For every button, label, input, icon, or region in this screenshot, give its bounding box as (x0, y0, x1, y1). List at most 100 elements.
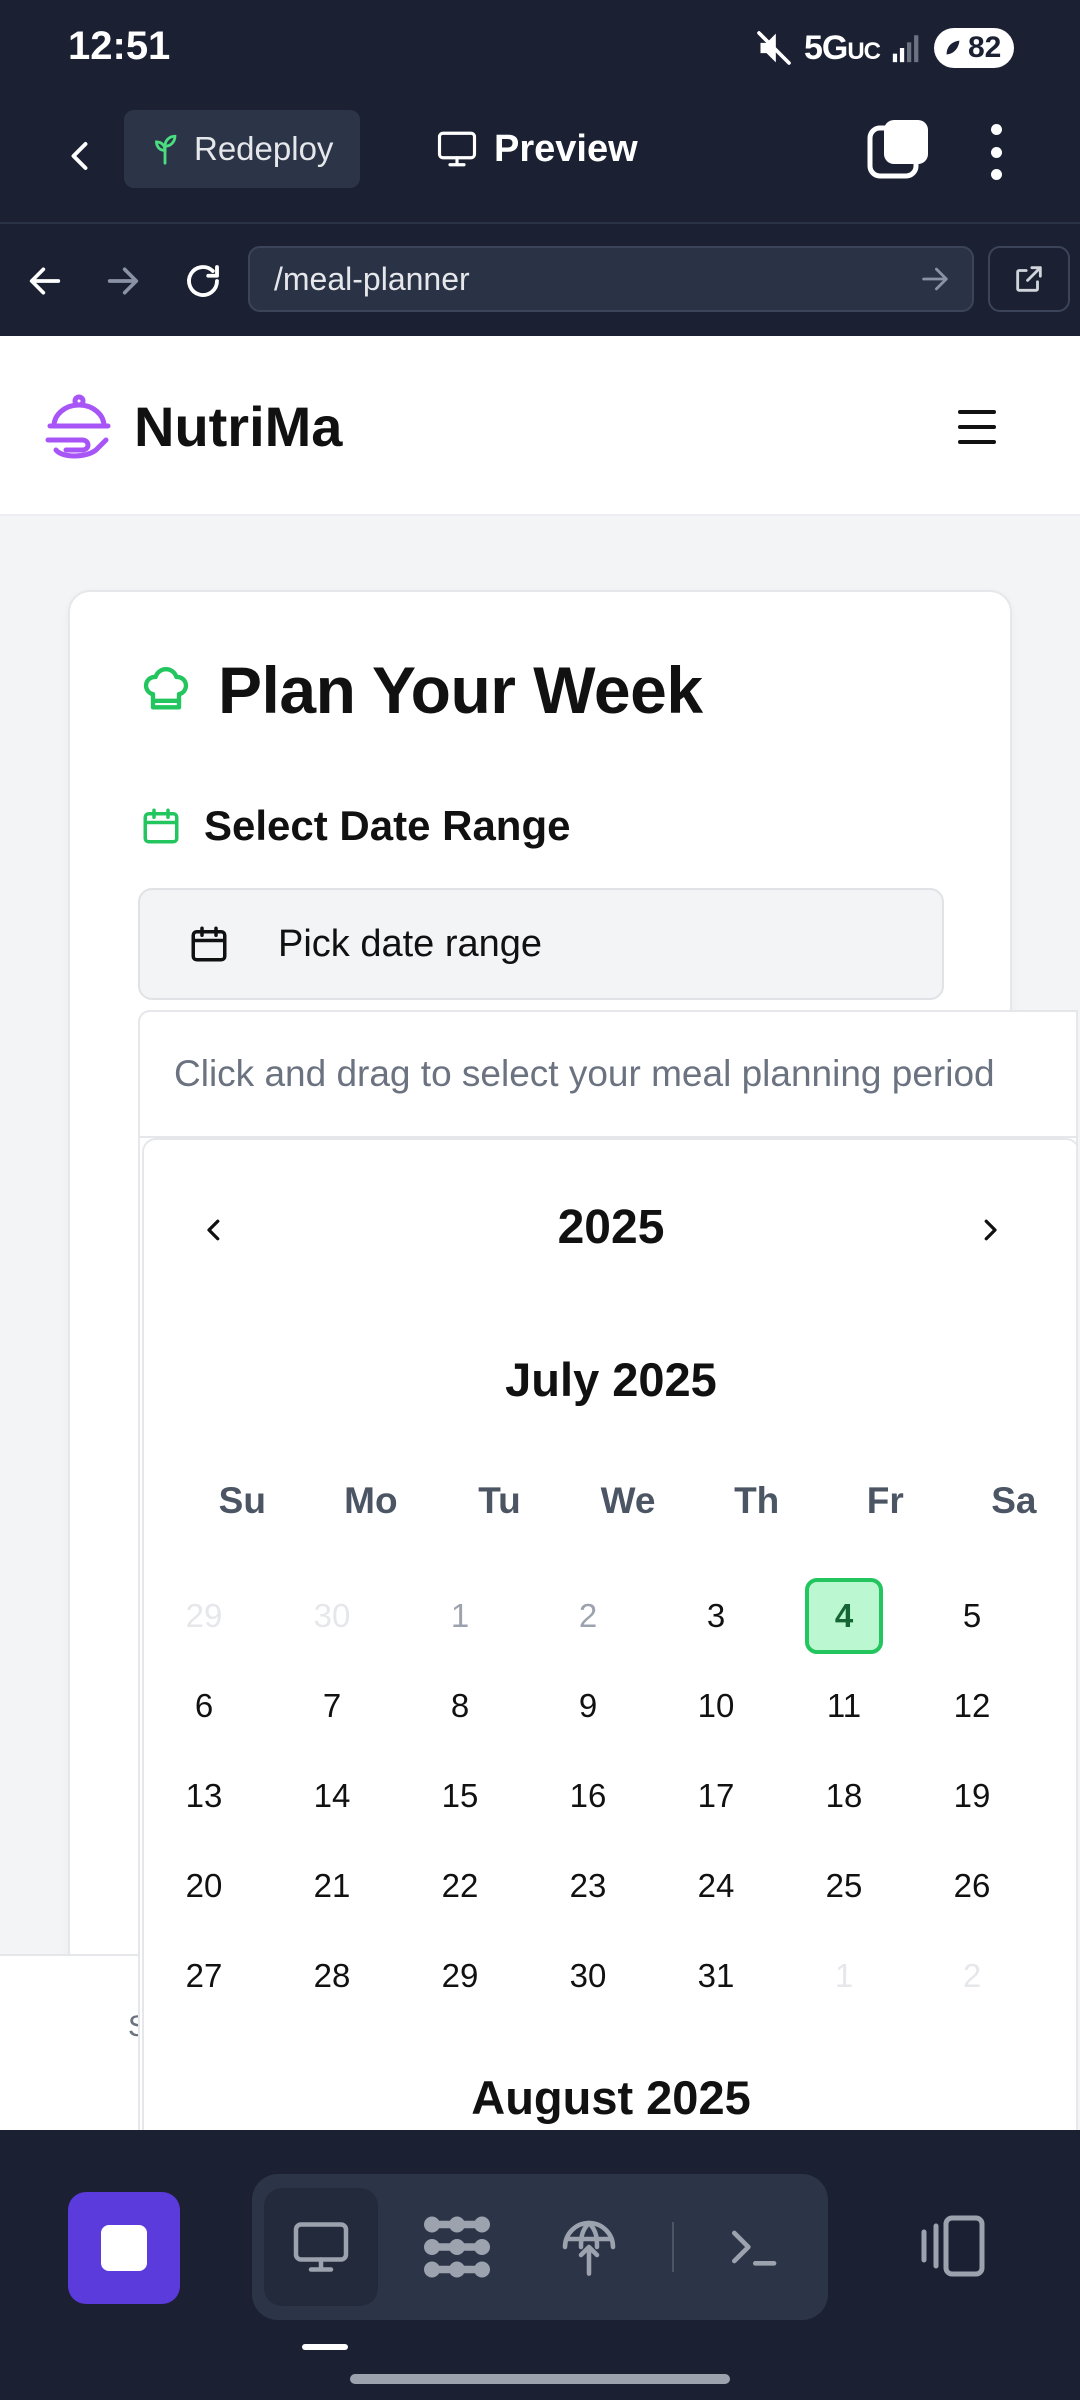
next-year-button[interactable] (960, 1200, 1020, 1260)
mute-icon (757, 31, 791, 65)
calendar-day: 1 (450, 1597, 470, 1634)
weekday-label: Sa (991, 1480, 1037, 1521)
signal-icon (892, 35, 919, 63)
reload-button[interactable] (176, 254, 230, 308)
month-title: July 2025 (505, 1353, 717, 1406)
calendar-day[interactable]: 5 (933, 1578, 1011, 1654)
calendar-day[interactable]: 16 (549, 1758, 627, 1834)
menu-icon[interactable] (958, 410, 996, 444)
back-button[interactable] (54, 126, 108, 186)
nodes-icon (424, 2216, 490, 2278)
windows-icon (867, 120, 928, 179)
url-input[interactable]: /meal-planner (248, 246, 974, 312)
arrow-left-icon (29, 267, 61, 295)
calendar-day: 1 (834, 1957, 854, 1994)
weekday-label: Su (218, 1480, 266, 1521)
calendar-icon (143, 808, 179, 844)
url-path: /meal-planner (274, 260, 470, 297)
reload-icon (187, 265, 219, 297)
chef-hat-icon (143, 667, 189, 710)
date-range-popover: Click and drag to select your meal plann… (138, 1010, 1078, 2134)
app-toolbar: Redeploy Preview (0, 96, 1080, 222)
weekday-header: Su Mo Tu We Th Fr Sa (178, 1480, 1076, 1522)
calendar-day[interactable]: 6 (165, 1668, 243, 1744)
globe-upload-icon (562, 2220, 616, 2276)
site-header: NutriMa (0, 336, 1080, 516)
active-tab-indicator (302, 2344, 348, 2350)
browser-forward-button[interactable] (96, 254, 150, 308)
section-label: Select Date Range (204, 802, 571, 849)
redeploy-button[interactable]: Redeploy (124, 110, 360, 188)
calendar-day[interactable]: 13 (165, 1758, 243, 1834)
browser-back-button[interactable] (18, 254, 72, 308)
calendar-day: 30 (313, 1597, 351, 1634)
monitor-icon (293, 2222, 349, 2272)
windows-button[interactable] (866, 118, 930, 182)
home-indicator[interactable] (350, 2374, 730, 2384)
calendar-day[interactable]: 31 (677, 1938, 755, 2014)
preview-tab[interactable]: Preview (436, 110, 638, 188)
open-external-button[interactable] (988, 246, 1070, 312)
stop-icon (101, 2225, 147, 2271)
calendar-day[interactable]: 25 (805, 1848, 883, 1924)
calendar-day[interactable]: 14 (293, 1758, 371, 1834)
calendar-day: 29 (185, 1597, 223, 1634)
weekday-label: Th (734, 1480, 780, 1521)
calendar-day[interactable]: 27 (165, 1938, 243, 2014)
calendar-day[interactable]: 24 (677, 1848, 755, 1924)
status-indicators: 5GUC 82 (754, 24, 1014, 72)
calendar-day[interactable]: 26 (933, 1848, 1011, 1924)
calendar-day[interactable]: 15 (421, 1758, 499, 1834)
calendar-day[interactable]: 22 (421, 1848, 499, 1924)
device-toggle-icon[interactable] (918, 2214, 990, 2278)
calendar-day[interactable]: 10 (677, 1668, 755, 1744)
deploy-dock-button[interactable] (532, 2188, 646, 2306)
calendar-day[interactable]: 28 (293, 1938, 371, 2014)
calendar-day[interactable]: 23 (549, 1848, 627, 1924)
status-bar: 12:51 5GUC 82 (0, 0, 1080, 96)
browser-url-bar: /meal-planner (0, 222, 1080, 336)
pick-date-range-label: Pick date range (278, 922, 543, 965)
status-time: 12:51 (68, 24, 171, 68)
calendar-day[interactable]: 30 (549, 1938, 627, 2014)
calendar-day[interactable]: 20 (165, 1848, 243, 1924)
weekday-label: We (600, 1480, 656, 1521)
sprout-icon (155, 134, 177, 165)
calendar-day[interactable]: 3 (677, 1578, 755, 1654)
battery-saver-icon (946, 40, 960, 55)
cloche-logo-icon[interactable] (44, 392, 114, 464)
stop-button[interactable] (68, 2192, 180, 2304)
more-options-button[interactable] (972, 120, 1020, 184)
calendar-day[interactable]: 12 (933, 1668, 1011, 1744)
calendar-year: 2025 (557, 1201, 665, 1254)
popover-hint: Click and drag to select your meal plann… (140, 1012, 1076, 1138)
external-link-icon (1016, 266, 1042, 292)
bottom-dock (0, 2130, 1080, 2400)
calendar-day[interactable]: 17 (677, 1758, 755, 1834)
chevron-left-icon (71, 142, 88, 170)
shell-dock-button[interactable] (696, 2188, 810, 2306)
go-arrow-icon[interactable] (918, 262, 952, 296)
calendar-day-selected[interactable]: 4 (805, 1578, 883, 1654)
weekday-label: Tu (478, 1480, 521, 1521)
calendar-day[interactable]: 8 (421, 1668, 499, 1744)
preview-label: Preview (494, 127, 638, 170)
weekday-label: Mo (344, 1480, 398, 1521)
calendar-day[interactable]: 11 (805, 1668, 883, 1744)
dock-tool-group (252, 2174, 828, 2320)
terminal-icon (732, 2230, 777, 2266)
next-month-title: August 2025 (471, 2071, 751, 2124)
calendar-day[interactable]: 18 (805, 1758, 883, 1834)
preview-dock-button[interactable] (264, 2188, 378, 2306)
weekday-label: Fr (866, 1480, 904, 1521)
workflows-dock-button[interactable] (400, 2188, 514, 2306)
pick-date-range-button[interactable]: Pick date range (138, 888, 944, 1000)
calendar: 2025 July 2025 Su Mo Tu We Th Fr Sa 29 30… (142, 1138, 1076, 2132)
calendar-day[interactable]: 21 (293, 1848, 371, 1924)
brand-name[interactable]: NutriMa (134, 394, 342, 459)
calendar-day[interactable]: 29 (421, 1938, 499, 2014)
calendar-day[interactable]: 9 (549, 1668, 627, 1744)
calendar-day[interactable]: 19 (933, 1758, 1011, 1834)
calendar-day[interactable]: 7 (293, 1668, 371, 1744)
calendar-icon (191, 926, 227, 962)
